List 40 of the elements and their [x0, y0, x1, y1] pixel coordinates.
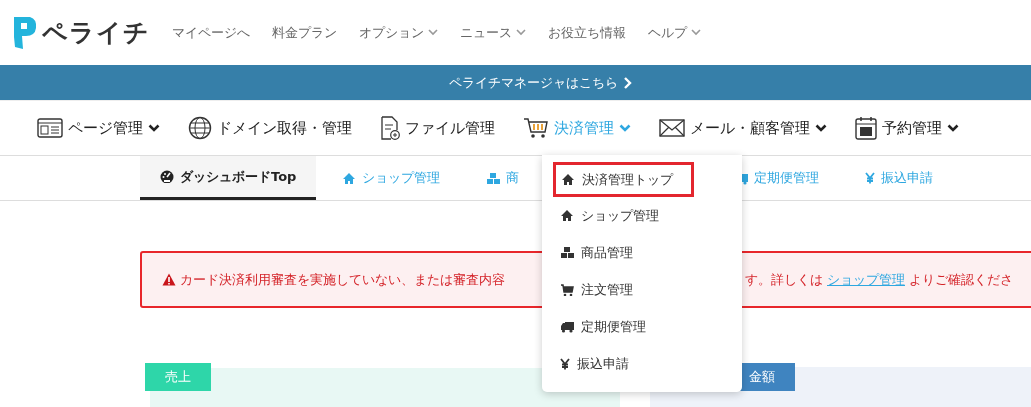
- dropdown-item[interactable]: ショップ管理: [542, 197, 742, 234]
- yen-icon: [560, 357, 570, 370]
- dropdown-item[interactable]: 商品管理: [542, 234, 742, 271]
- dropdown-item[interactable]: 決済管理トップ: [553, 162, 694, 197]
- logo-text[interactable]: ペライチ: [42, 16, 150, 49]
- alert-text: す。詳しくは: [745, 270, 823, 289]
- main-nav-item[interactable]: 予約管理: [855, 116, 959, 140]
- globe-icon: [188, 116, 212, 140]
- cart-icon: [560, 283, 574, 296]
- main-nav-item[interactable]: ページ管理: [37, 118, 160, 138]
- house-icon: [561, 173, 575, 186]
- dropdown-item[interactable]: 定期便管理: [542, 308, 742, 345]
- shopping-cart-icon: [523, 117, 549, 139]
- warning-icon: [162, 273, 176, 286]
- dropdown-item[interactable]: 注文管理: [542, 271, 742, 308]
- boxes-icon: [560, 246, 574, 259]
- yen-icon: [865, 172, 876, 184]
- header-link[interactable]: 料金プラン: [272, 23, 337, 42]
- card-label: 売上: [145, 363, 211, 391]
- file-add-icon: [380, 116, 400, 140]
- header-link[interactable]: マイページへ: [172, 23, 250, 42]
- alert-text: よりご確認くださ: [909, 270, 1013, 289]
- main-nav-item[interactable]: ファイル管理: [380, 116, 495, 140]
- header-link[interactable]: お役立ち情報: [548, 23, 626, 42]
- main-nav-item[interactable]: メール・顧客管理: [659, 118, 827, 138]
- alert-text: カード決済利用審査を実施していない、または審査内容: [180, 270, 505, 289]
- header-link[interactable]: オプション: [359, 23, 438, 42]
- calendar-icon: [855, 116, 877, 140]
- gauge-icon: [160, 170, 174, 183]
- chevron-right-icon: [623, 76, 632, 89]
- boxes-icon: [486, 171, 501, 185]
- header-link[interactable]: ヘルプ: [648, 23, 701, 42]
- header-link[interactable]: ニュース: [460, 23, 526, 42]
- house-icon: [342, 171, 357, 185]
- banner-link[interactable]: ペライチマネージャはこちら: [399, 73, 632, 92]
- browser-window-icon: [37, 118, 63, 138]
- main-nav-item[interactable]: ドメイン取得・管理: [188, 116, 352, 140]
- envelope-icon: [659, 119, 685, 137]
- house-icon: [560, 209, 574, 222]
- sub-nav-tab[interactable]: ダッシュボードTop: [140, 156, 317, 200]
